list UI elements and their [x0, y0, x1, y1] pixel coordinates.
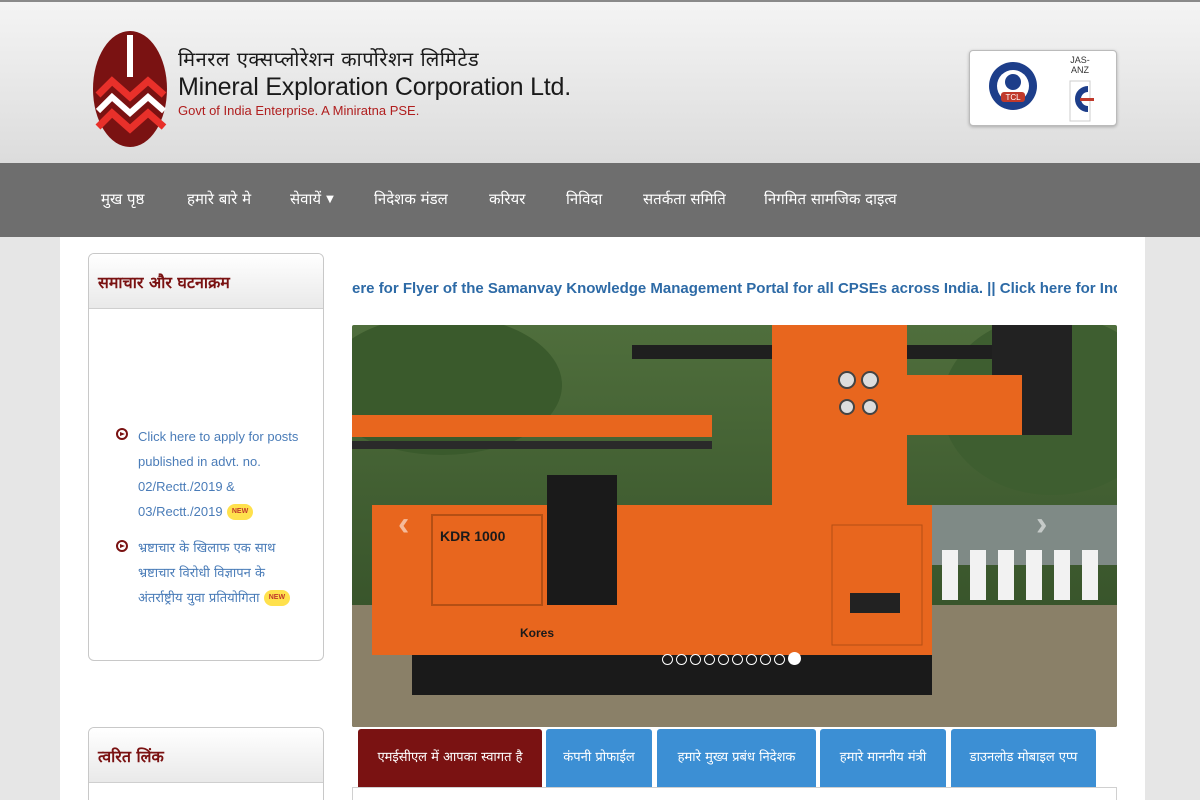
main-navigation: मुख पृष्ठ हमारे बारे मे सेवायें ▼ निदेशक … [0, 163, 1200, 237]
nav-board-of-directors[interactable]: निदेशक मंडल [374, 189, 448, 209]
tab-download-app[interactable]: डाउनलोड मोबाइल एप्प [951, 729, 1096, 787]
tab-welcome[interactable]: एमईसीएल में आपका स्वागत है [358, 729, 542, 787]
jas-anz-logo-icon [1069, 80, 1094, 122]
news-panel-heading: समाचार और घटनाक्रम [89, 254, 323, 309]
slider-dot[interactable] [690, 654, 701, 665]
slider-dot-active[interactable] [788, 652, 801, 665]
svg-text:Kores: Kores [520, 626, 554, 640]
nav-about-us[interactable]: हमारे बारे मे [187, 189, 251, 209]
slider-dot[interactable] [704, 654, 715, 665]
nav-tenders[interactable]: निविदा [566, 189, 602, 209]
circle-arrow-icon [116, 540, 128, 552]
slider-dots [662, 652, 804, 670]
slider-dot[interactable] [774, 654, 785, 665]
announcement-marquee[interactable]: ere for Flyer of the Samanvay Knowledge … [352, 280, 1117, 302]
quick-links-panel: त्वरित लिंक [88, 727, 324, 800]
new-badge: NEW [227, 503, 254, 520]
news-item[interactable]: Click here to apply for posts published … [89, 424, 323, 524]
slider-next-arrow[interactable]: › [1036, 505, 1047, 544]
image-slider[interactable]: KDR 1000 Kores ‹ › [352, 325, 1117, 727]
site-subtitle: Govt of India Enterprise. A Miniratna PS… [178, 103, 420, 118]
nav-career[interactable]: करियर [489, 189, 525, 209]
slider-prev-arrow[interactable]: ‹ [398, 505, 409, 544]
svg-text:TCL: TCL [1005, 93, 1021, 102]
slider-dot[interactable] [662, 654, 673, 665]
news-panel: समाचार और घटनाक्रम Click here to apply f… [88, 253, 324, 661]
circle-arrow-icon [116, 428, 128, 440]
nav-services-label: सेवायें [290, 190, 322, 208]
tcl-certification-seal: TCL [989, 62, 1037, 110]
nav-home[interactable]: मुख पृष्ठ [101, 189, 144, 209]
news-item-text[interactable]: Click here to apply for posts published … [138, 429, 298, 519]
site-title-hindi: मिनरल एक्सप्लोरेशन कार्पोरेशन लिमिटेड [178, 47, 480, 71]
slider-dot[interactable] [676, 654, 687, 665]
nav-vigilance[interactable]: सतर्कता समिति [643, 189, 726, 209]
nav-csr[interactable]: निगमित सामजिक दाइत्व [764, 189, 897, 209]
tab-cmd[interactable]: हमारे मुख्य प्रबंध निदेशक [657, 729, 816, 787]
caret-down-icon: ▼ [326, 194, 334, 205]
nav-services[interactable]: सेवायें ▼ [290, 189, 334, 209]
mecl-logo[interactable] [92, 29, 170, 149]
tab-company-profile[interactable]: कंपनी प्रोफाईल [546, 729, 652, 787]
certification-badges: TCL JAS-ANZ [969, 50, 1117, 126]
tab-minister[interactable]: हमारे माननीय मंत्री [820, 729, 946, 787]
site-title-english: Mineral Exploration Corporation Ltd. [178, 73, 572, 101]
slider-dot[interactable] [732, 654, 743, 665]
slider-dot[interactable] [760, 654, 771, 665]
news-list: Click here to apply for posts published … [89, 424, 323, 623]
jas-anz-label: JAS-ANZ [1070, 55, 1090, 75]
slider-dot[interactable] [746, 654, 757, 665]
slider-dot[interactable] [718, 654, 729, 665]
jas-anz-certification-mark: JAS-ANZ [1062, 55, 1098, 123]
site-header: मिनरल एक्सप्लोरेशन कार्पोरेशन लिमिटेड Mi… [0, 0, 1200, 163]
news-item-text[interactable]: भ्रष्टाचार के खिलाफ एक साथ भ्रष्टाचार वि… [138, 541, 275, 606]
quick-links-heading: त्वरित लिंक [89, 728, 323, 783]
site-title-block: मिनरल एक्सप्लोरेशन कार्पोरेशन लिमिटेड Mi… [178, 46, 571, 120]
tab-content-area [352, 787, 1117, 800]
svg-text:KDR 1000: KDR 1000 [440, 528, 506, 544]
news-item[interactable]: भ्रष्टाचार के खिलाफ एक साथ भ्रष्टाचार वि… [89, 536, 323, 611]
new-badge: NEW [263, 589, 290, 606]
